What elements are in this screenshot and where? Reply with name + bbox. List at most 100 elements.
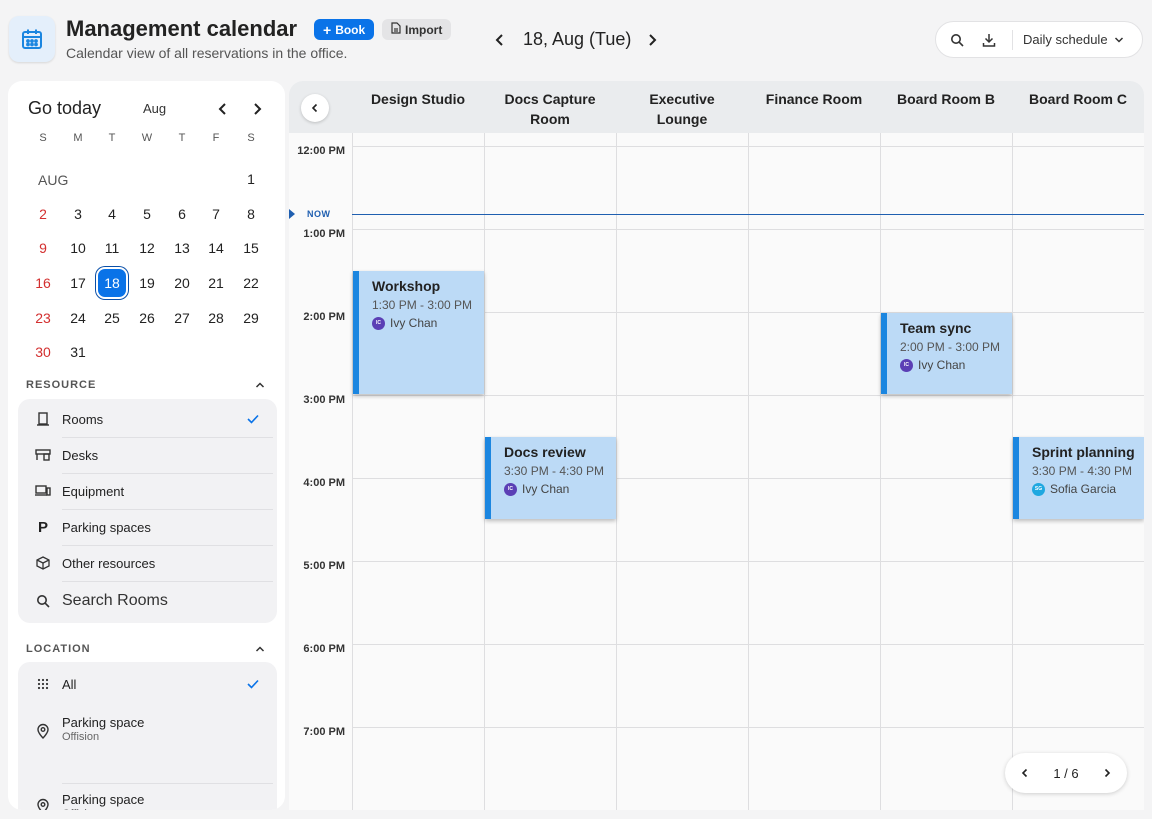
chevron-up-icon: [255, 382, 265, 388]
box-icon: [34, 554, 52, 572]
event-time: 3:30 PM - 4:30 PM: [504, 464, 605, 478]
calendar-day[interactable]: 1: [236, 164, 266, 194]
time-label: 1:00 PM: [303, 228, 345, 240]
event-organizer: SG Sofia Garcia: [1032, 482, 1116, 496]
resource-item-label: Desks: [62, 447, 99, 463]
import-button[interactable]: Import: [382, 19, 452, 40]
collapse-sidebar-button[interactable]: [301, 94, 329, 122]
calendar-day[interactable]: 29: [236, 303, 266, 333]
resource-item-parking[interactable]: P Parking spaces: [18, 509, 277, 545]
calendar-day[interactable]: 19: [132, 268, 162, 298]
weekday-label: F: [212, 132, 220, 144]
calendar-day[interactable]: 27: [167, 303, 197, 333]
divider: [62, 581, 273, 582]
calendar-day[interactable]: 28: [201, 303, 231, 333]
file-icon: [391, 22, 401, 37]
sidebar: Go today Aug S M T W T F S AUG 1 2 3 4 5…: [8, 81, 285, 810]
parking-icon: P: [37, 518, 48, 536]
calendar-day[interactable]: 25: [97, 303, 127, 333]
calendar-day[interactable]: 12: [132, 233, 162, 263]
organizer-name: Ivy Chan: [390, 316, 438, 330]
calendar-day[interactable]: 17: [63, 268, 93, 298]
avatar: IC: [504, 482, 517, 496]
event-organizer: IC Ivy Chan: [504, 482, 569, 496]
event-card[interactable]: Team sync 2:00 PM - 3:00 PM IC Ivy Chan: [881, 313, 1012, 394]
location-item-parking-space-row[interactable]: Parking space Offision: [18, 708, 277, 754]
plus-icon: +: [323, 21, 332, 38]
time-label: 5:00 PM: [303, 560, 345, 572]
chevron-up-icon: [255, 646, 265, 652]
calendar-day[interactable]: 14: [201, 233, 231, 263]
go-today-button[interactable]: Go today: [28, 98, 101, 119]
calendar-day[interactable]: 6: [167, 199, 197, 229]
resource-item-other[interactable]: Other resources: [18, 545, 277, 581]
mini-next-month-button[interactable]: [247, 99, 267, 119]
calendar-day[interactable]: 8: [236, 199, 266, 229]
book-label: Book: [335, 22, 366, 37]
calendar-day-selected[interactable]: 18: [98, 269, 126, 297]
calendar-day[interactable]: 3: [63, 199, 93, 229]
organizer-name: Sofia Garcia: [1050, 482, 1117, 496]
calendar-day[interactable]: 24: [63, 303, 93, 333]
resource-item-label: Other resources: [62, 555, 156, 571]
hour-line: [352, 644, 1144, 645]
search-rooms-button[interactable]: Search Rooms: [18, 583, 277, 619]
resource-item-label: Equipment: [62, 483, 125, 499]
calendar-day[interactable]: 11: [97, 233, 127, 263]
calendar-day[interactable]: 10: [63, 233, 93, 263]
prev-day-button[interactable]: [490, 30, 510, 50]
calendar-day[interactable]: 20: [167, 268, 197, 298]
calendar-day[interactable]: 13: [167, 233, 197, 263]
page-subtitle: Calendar view of all reservations in the…: [66, 45, 348, 61]
pager-prev-button[interactable]: [1017, 765, 1033, 781]
download-button[interactable]: [978, 29, 1000, 51]
organizer-name: Ivy Chan: [522, 482, 570, 496]
column-divider: [748, 133, 749, 810]
calendar-day[interactable]: 26: [132, 303, 162, 333]
calendar-day[interactable]: 21: [201, 268, 231, 298]
weekday-label: S: [39, 132, 47, 144]
calendar-day[interactable]: 4: [97, 199, 127, 229]
calendar-day[interactable]: 7: [201, 199, 231, 229]
desk-icon: [34, 446, 52, 464]
location-item-sublabel: Offision: [62, 731, 100, 743]
event-card[interactable]: Docs review 3:30 PM - 4:30 PM IC Ivy Cha…: [485, 437, 616, 519]
check-icon: [245, 411, 261, 427]
view-mode-select[interactable]: Daily schedule: [1023, 32, 1124, 47]
calendar-day[interactable]: 16: [28, 268, 58, 298]
calendar-day[interactable]: 5: [132, 199, 162, 229]
resource-item-desks[interactable]: Desks: [18, 437, 277, 473]
calendar-day[interactable]: 15: [236, 233, 266, 263]
resource-item-equipment[interactable]: Equipment: [18, 473, 277, 509]
toolbar: Daily schedule: [935, 21, 1143, 58]
calendar-day[interactable]: 23: [28, 303, 58, 333]
next-day-button[interactable]: [642, 30, 662, 50]
calendar-day[interactable]: 31: [63, 337, 93, 367]
calendar-grid: Design Studio Docs Capture Room Executiv…: [289, 81, 1144, 810]
avatar: SG: [1032, 482, 1045, 496]
event-card[interactable]: Workshop 1:30 PM - 3:00 PM IC Ivy Chan: [353, 271, 484, 394]
pager-next-button[interactable]: [1099, 765, 1115, 781]
room-header: Board Room C: [1029, 91, 1127, 107]
book-button[interactable]: + Book: [314, 19, 375, 40]
calendar-day[interactable]: 9: [28, 233, 58, 263]
calendar-day[interactable]: 22: [236, 268, 266, 298]
mini-prev-month-button[interactable]: [213, 99, 233, 119]
door-icon: [34, 410, 52, 428]
avatar: IC: [900, 358, 913, 372]
room-header: Docs Capture Room: [504, 91, 596, 127]
resource-item-rooms[interactable]: Rooms: [18, 401, 277, 437]
current-date: 18, Aug (Tue): [523, 29, 632, 49]
event-card[interactable]: Sprint planning 3:30 PM - 4:30 PM SG Sof…: [1013, 437, 1144, 519]
room-header: Executive Lounge: [649, 91, 715, 127]
resource-section-label: RESOURCE: [26, 379, 97, 391]
search-button[interactable]: [946, 29, 968, 51]
column-divider: [616, 133, 617, 810]
calendar-day[interactable]: 2: [28, 199, 58, 229]
search-icon: [34, 592, 52, 610]
calendar-day[interactable]: 30: [28, 337, 58, 367]
time-label: 7:00 PM: [303, 726, 345, 738]
resource-collapse-button[interactable]: [252, 377, 268, 393]
chevron-left-icon: [218, 103, 226, 115]
location-collapse-button[interactable]: [252, 641, 268, 657]
